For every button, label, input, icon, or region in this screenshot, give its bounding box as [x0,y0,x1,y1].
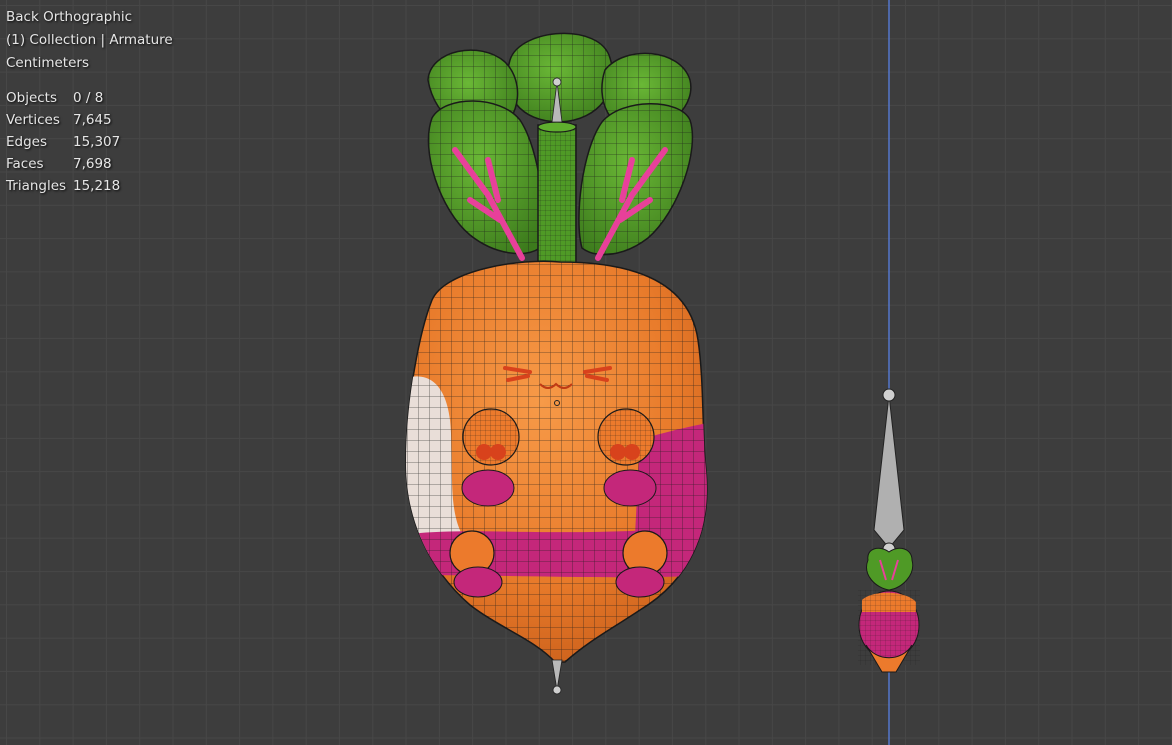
radish-body[interactable] [400,255,720,665]
viewport-scene[interactable] [0,0,1172,745]
leaves[interactable] [427,32,694,266]
3d-viewport[interactable]: Back Orthographic (1) Collection | Armat… [0,0,1172,745]
radish-character-mesh[interactable] [400,32,720,695]
small-radish-object[interactable] [858,388,920,673]
